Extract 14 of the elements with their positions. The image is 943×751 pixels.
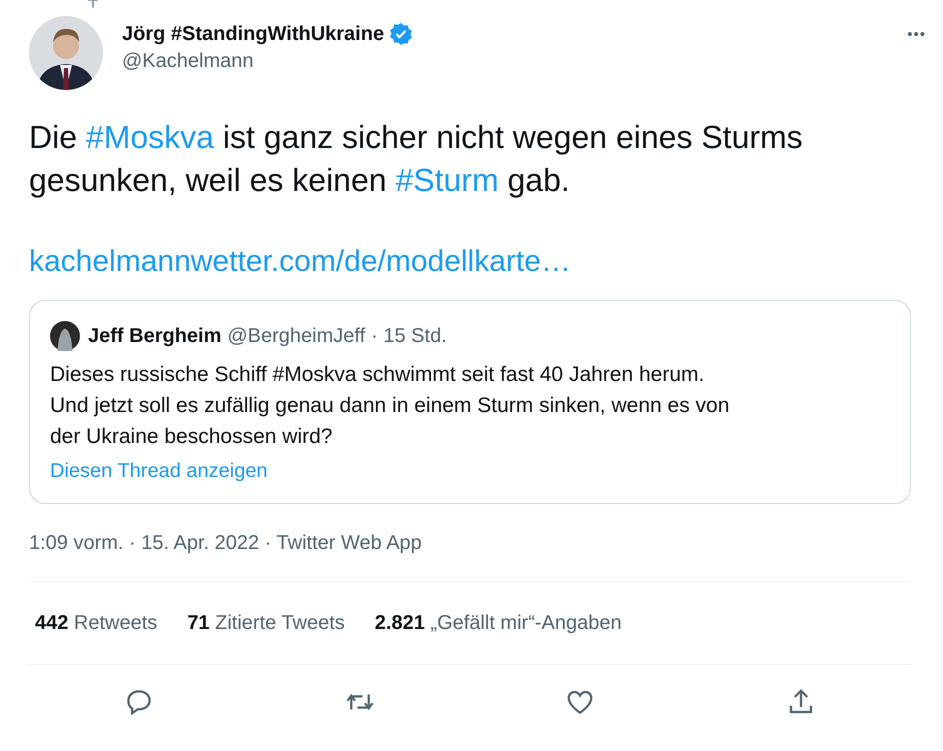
author-name[interactable]: Jörg #StandingWithUkraine xyxy=(122,22,384,46)
quoted-tweet-card[interactable] xyxy=(29,300,911,504)
more-button[interactable]: ••• xyxy=(897,26,936,43)
quoted-avatar[interactable] xyxy=(50,321,80,351)
stat-link[interactable]: 71 Zitierte Tweets xyxy=(187,612,345,634)
stat-link[interactable]: 2.821 „Gefällt mir“-Angaben xyxy=(374,612,622,634)
tweet-timestamp: 1:09 vorm. · 15. Apr. 2022 · Twitter Web App xyxy=(29,532,423,555)
quoted-tweet-time: · 15 Std. xyxy=(371,324,447,348)
quoted-author-handle[interactable]: @BergheimJeff xyxy=(227,324,366,348)
tweet-text: Die #Moskva ist ganz sicher nicht wegen eines Sturms gesunken, weil es keinen #Sturm gab. xyxy=(29,118,804,200)
quoted-tweet-text: Dieses russische Schiff #Moskva schwimmt seit fast 40 Jahren herum. Und jetzt soll es zufällig genau dann in einem Sturm sinken, wenn es von der Ukraine beschossen wird? xyxy=(50,362,730,450)
stat-link[interactable]: 442 Retweets xyxy=(35,612,158,634)
quoted-author-name[interactable]: Jeff Bergheim xyxy=(88,324,222,348)
author-handle[interactable]: @Kachelmann xyxy=(122,50,414,73)
